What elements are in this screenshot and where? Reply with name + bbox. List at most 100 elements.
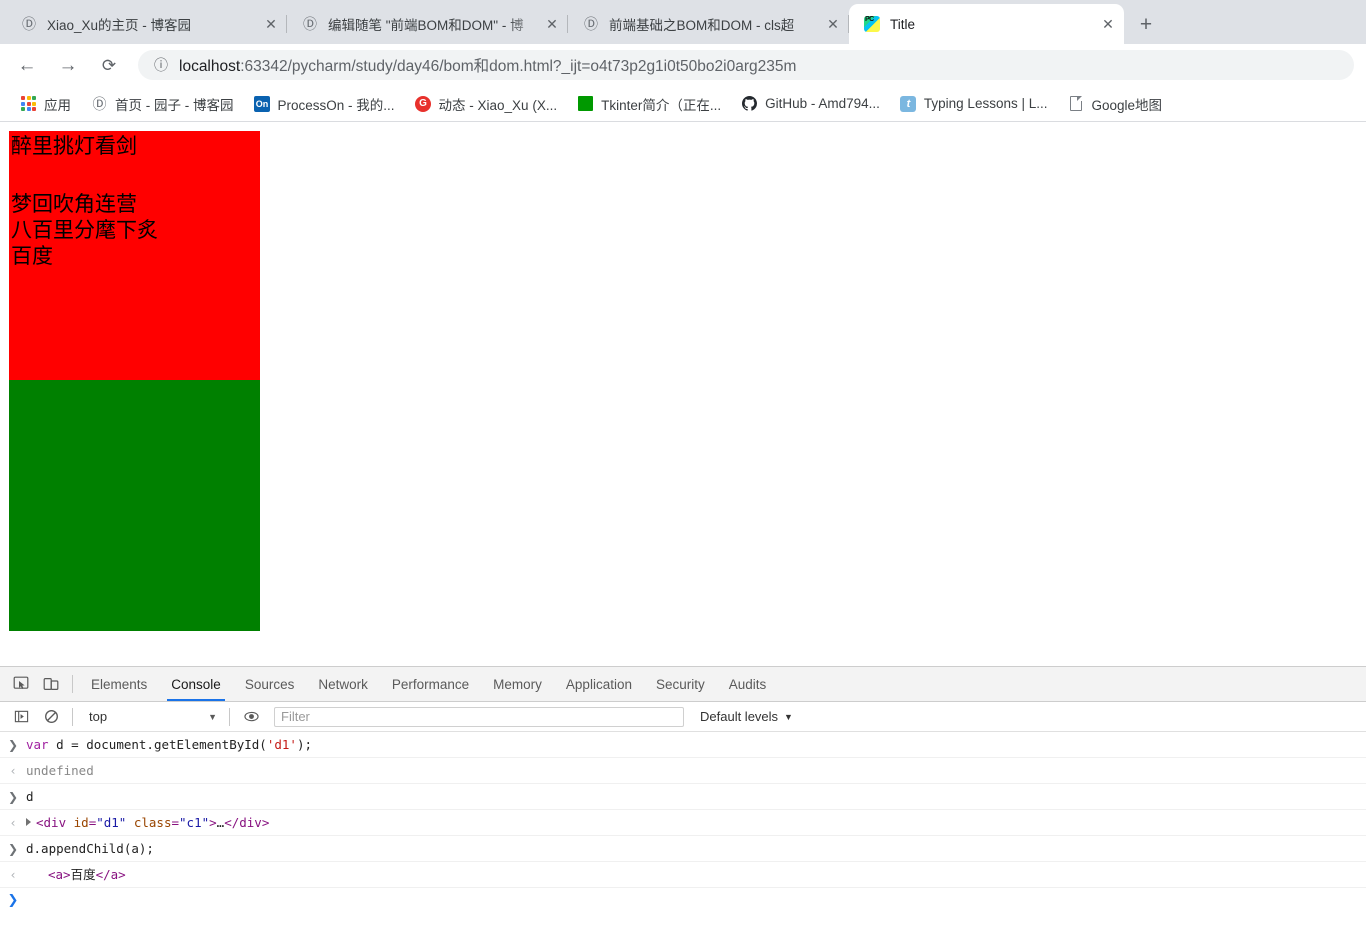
sidebar-toggle-icon[interactable]	[8, 704, 34, 730]
github-icon	[741, 95, 758, 112]
appended-baidu-link[interactable]: 百度	[9, 243, 260, 269]
browser-tab-1[interactable]: Ⓓ Xiao_Xu的主页 - 博客园 ✕	[6, 4, 287, 44]
green-div	[9, 380, 260, 631]
token: d	[26, 788, 34, 804]
bookmark-item-6[interactable]: t Typing Lessons | L...	[892, 91, 1056, 116]
bookmark-apps[interactable]: 应用	[12, 90, 79, 118]
live-expression-icon[interactable]	[238, 704, 264, 730]
prompt-arrow-icon: ❯	[7, 893, 19, 908]
console-context-select[interactable]: top ▼	[83, 707, 223, 726]
close-icon[interactable]: ✕	[823, 14, 843, 34]
expand-triangle-icon[interactable]	[26, 818, 31, 826]
tab-title: Xiao_Xu的主页 - 博客园	[47, 18, 192, 33]
devtools-tab-memory[interactable]: Memory	[481, 667, 554, 701]
console-message-output: ‹ <a>百度</a>	[0, 862, 1366, 888]
console-levels-select[interactable]: Default levels ▼	[700, 709, 803, 724]
return-arrow-icon: ‹	[10, 867, 16, 882]
console-message-input: ❯ d.appendChild(a);	[0, 836, 1366, 862]
poem-line-3: 八百里分麾下炙	[11, 218, 158, 242]
poem-line-2: 梦回吹角连营	[11, 192, 137, 216]
address-bar[interactable]: ⓘ localhost:63342/pycharm/study/day46/bo…	[138, 50, 1354, 80]
bookmark-item-1[interactable]: Ⓓ 首页 - 园子 - 博客园	[83, 90, 242, 118]
url-path: :63342/pycharm/study/day46/bom和dom.html?…	[240, 58, 797, 75]
document-icon	[1067, 95, 1084, 112]
blogger-icon: Ⓓ	[92, 96, 107, 113]
chevron-down-icon: ▼	[208, 711, 217, 722]
blogger-icon: Ⓓ	[303, 17, 317, 33]
close-icon[interactable]: ✕	[542, 14, 562, 34]
token: <div	[36, 814, 67, 830]
browser-tab-2[interactable]: Ⓓ 编辑随笔 "前端BOM和DOM" - 博 ✕	[287, 4, 568, 44]
devtools-tab-application[interactable]: Application	[554, 667, 644, 701]
bookmark-label: Typing Lessons | L...	[923, 96, 1048, 111]
forward-icon[interactable]: →	[53, 50, 83, 80]
console-message-output: ‹ undefined	[0, 758, 1366, 784]
tab-title: 编辑随笔 "前端BOM和DOM" - 博	[328, 18, 524, 33]
bookmark-label: GitHub - Amd794...	[765, 96, 880, 111]
info-icon[interactable]: ⓘ	[152, 56, 170, 74]
device-toolbar-icon[interactable]	[38, 671, 64, 697]
blogger-icon: Ⓓ	[584, 17, 598, 33]
browser-tab-4-active[interactable]: Title ✕	[849, 4, 1124, 44]
devtools-panel: Elements Console Sources Network Perform…	[0, 666, 1366, 926]
console-filter-bar: top ▼ Filter Default levels ▼	[0, 702, 1366, 732]
devtools-tabbar: Elements Console Sources Network Perform…	[0, 667, 1366, 702]
token: <a>	[48, 866, 71, 882]
address-bar-url: localhost:63342/pycharm/study/day46/bom和…	[179, 54, 796, 76]
tab-title: Title	[890, 16, 916, 32]
devtools-tab-security[interactable]: Security	[644, 667, 717, 701]
browser-tab-3[interactable]: Ⓓ 前端基础之BOM和DOM - cls超 ✕	[568, 4, 849, 44]
bookmark-label: Tkinter简介（正在...	[601, 97, 722, 113]
bookmark-item-3[interactable]: G 动态 - Xiao_Xu (X...	[407, 90, 566, 118]
token: </a>	[95, 866, 126, 882]
divider	[72, 675, 73, 693]
chevron-down-icon: ▼	[784, 711, 793, 722]
bookmark-item-2[interactable]: On ProcessOn - 我的...	[246, 90, 403, 118]
devtools-tab-performance[interactable]: Performance	[380, 667, 481, 701]
new-tab-button[interactable]: +	[1132, 10, 1160, 38]
reload-icon[interactable]: ⟳	[94, 50, 124, 80]
console-message-input: ❯ var d = document.getElementById('d1');	[0, 732, 1366, 758]
token: undefined	[26, 762, 94, 778]
poem-title: 醉里挑灯看剑	[11, 134, 137, 158]
close-icon[interactable]: ✕	[261, 14, 281, 34]
return-arrow-icon: ‹	[10, 815, 16, 830]
devtools-tab-sources[interactable]: Sources	[233, 667, 307, 701]
token: "c1"	[179, 814, 210, 830]
console-message-text: d.appendChild(a);	[26, 840, 1366, 858]
divider	[229, 707, 230, 726]
console-message-text: d	[26, 788, 1366, 806]
console-message-text: var d = document.getElementById('d1');	[26, 736, 1366, 754]
console-message-output: ‹ <div id="d1" class="c1">…</div>	[0, 810, 1366, 836]
bookmark-item-4[interactable]: Tkinter简介（正在...	[569, 90, 729, 118]
bookmark-item-7[interactable]: Google地图	[1059, 90, 1170, 118]
tab-title: 前端基础之BOM和DOM - cls超	[609, 18, 795, 33]
devtools-tab-audits[interactable]: Audits	[717, 667, 779, 701]
prompt-arrow-icon: ❯	[7, 841, 19, 856]
typing-icon: t	[900, 95, 917, 112]
console-message-text: undefined	[26, 762, 1366, 780]
bookmark-label: 应用	[44, 97, 71, 113]
console-filter-input[interactable]: Filter	[274, 706, 684, 727]
back-icon[interactable]: ←	[12, 50, 42, 80]
token: );	[296, 736, 312, 752]
bookmarks-bar: 应用 Ⓓ 首页 - 园子 - 博客园 On ProcessOn - 我的... …	[0, 86, 1366, 122]
token: d.appendChild(a);	[26, 840, 154, 856]
console-message-input: ❯ d	[0, 784, 1366, 810]
prompt-arrow-icon: ❯	[7, 789, 19, 804]
token: id	[66, 814, 89, 830]
console-output[interactable]: ❯ var d = document.getElementById('d1');…	[0, 732, 1366, 926]
url-host: localhost	[179, 58, 241, 75]
console-input-prompt[interactable]: ❯	[0, 888, 1366, 914]
token: d = document.getElementById(	[56, 736, 267, 752]
close-icon[interactable]: ✕	[1098, 14, 1118, 34]
devtools-tab-console[interactable]: Console	[159, 667, 233, 701]
bookmark-label: Google地图	[1091, 97, 1163, 113]
bookmark-item-5[interactable]: GitHub - Amd794...	[733, 91, 888, 116]
clear-console-icon[interactable]	[38, 704, 64, 730]
inspect-element-icon[interactable]	[8, 671, 34, 697]
console-levels-label: Default levels	[700, 709, 779, 724]
token: </div>	[224, 814, 270, 830]
devtools-tab-elements[interactable]: Elements	[79, 667, 159, 701]
devtools-tab-network[interactable]: Network	[306, 667, 380, 701]
